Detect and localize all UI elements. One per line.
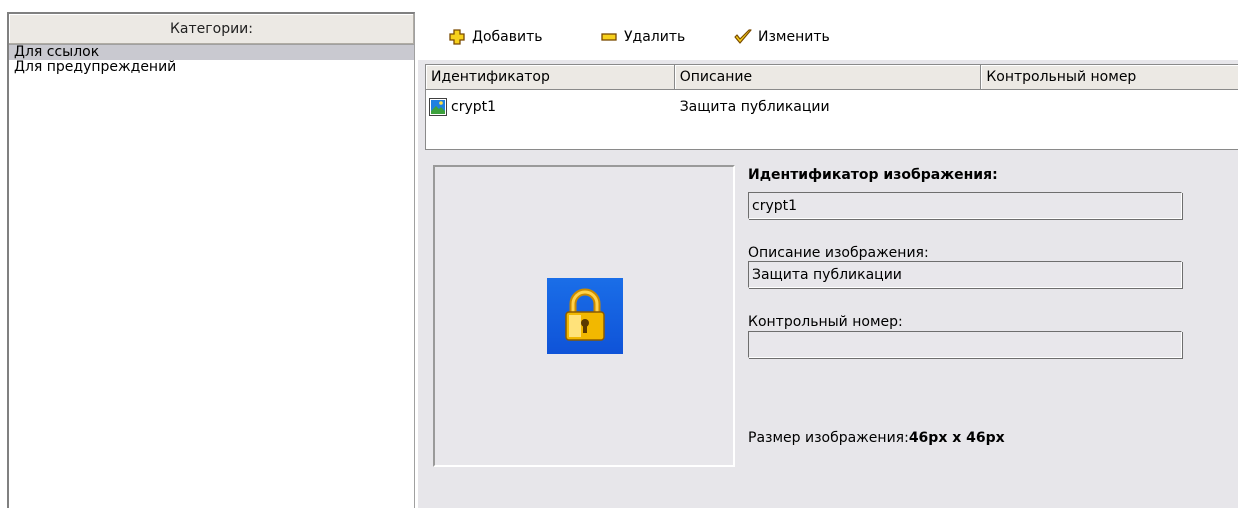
table-header: Идентификатор Описание Контрольный номер bbox=[426, 65, 1238, 90]
add-button-label: Добавить bbox=[472, 29, 543, 45]
column-header-description[interactable]: Описание bbox=[675, 65, 982, 89]
column-header-control-number[interactable]: Контрольный номер bbox=[981, 65, 1238, 89]
image-size-label: Размер изображения: bbox=[748, 430, 909, 446]
image-file-icon bbox=[429, 98, 447, 116]
control-number-field[interactable] bbox=[748, 331, 1182, 358]
row-control-number-cell bbox=[981, 95, 1238, 119]
add-button[interactable]: Добавить bbox=[448, 26, 542, 48]
padlock-icon bbox=[547, 278, 623, 354]
images-table: Идентификатор Описание Контрольный номер… bbox=[425, 64, 1238, 150]
edit-button[interactable]: Изменить bbox=[734, 26, 830, 48]
checkmark-icon bbox=[734, 28, 752, 46]
image-id-field[interactable] bbox=[748, 192, 1182, 219]
table-row[interactable]: crypt1 Защита публикации bbox=[426, 95, 1238, 119]
row-id-text: crypt1 bbox=[451, 99, 497, 115]
plus-icon bbox=[448, 28, 466, 46]
column-header-id[interactable]: Идентификатор bbox=[426, 65, 675, 89]
image-id-label: Идентификатор изображения: bbox=[748, 167, 998, 183]
delete-button-label: Удалить bbox=[624, 29, 686, 45]
minus-icon bbox=[600, 28, 618, 46]
category-item-warnings[interactable]: Для предупреждений bbox=[9, 60, 414, 75]
category-item-links[interactable]: Для ссылок bbox=[9, 45, 414, 60]
row-description-cell: Защита публикации bbox=[679, 99, 830, 115]
toolbar: Добавить Удалить Изменить bbox=[418, 12, 1238, 60]
delete-button[interactable]: Удалить bbox=[600, 26, 685, 48]
edit-button-label: Изменить bbox=[758, 29, 830, 45]
image-description-label: Описание изображения: bbox=[748, 245, 929, 261]
image-editor-area: Добавить Удалить Изменить Идентификатор … bbox=[418, 12, 1238, 508]
image-preview bbox=[433, 165, 735, 467]
image-size-info: Размер изображения:46px x 46px bbox=[748, 430, 1005, 446]
image-description-field[interactable] bbox=[748, 261, 1182, 288]
categories-panel: Категории: Для ссылок Для предупреждений bbox=[7, 12, 415, 508]
image-size-value: 46px x 46px bbox=[908, 430, 1005, 446]
row-id-cell: crypt1 bbox=[426, 95, 675, 119]
categories-header[interactable]: Категории: bbox=[9, 14, 414, 45]
control-number-label: Контрольный номер: bbox=[748, 314, 903, 330]
